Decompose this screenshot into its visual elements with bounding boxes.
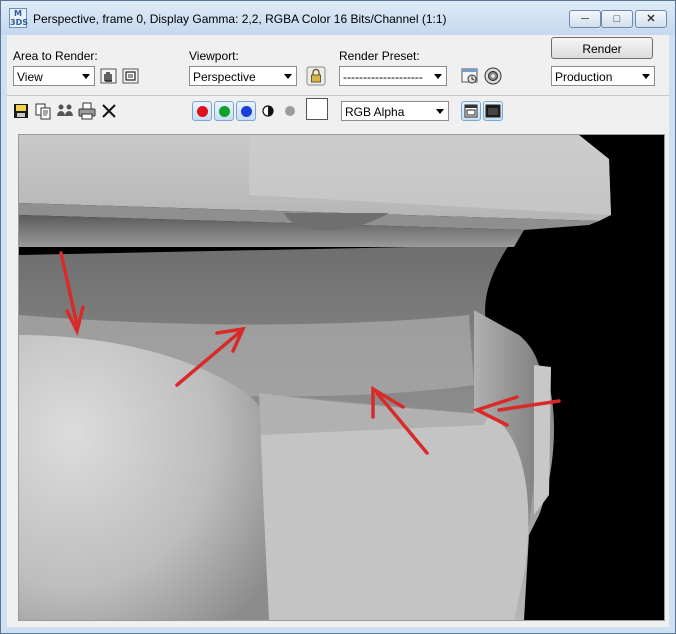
red-channel-toggle[interactable] [192,101,212,121]
color-swatch[interactable] [306,98,328,120]
save-image-button[interactable] [11,101,31,121]
chevron-down-icon [436,109,444,114]
render-frame-window: M 3DS Perspective, frame 0, Display Gamm… [0,0,676,634]
viewport-dropdown[interactable]: Perspective [189,66,297,86]
clear-image-button[interactable] [99,101,119,121]
red-channel-icon [197,106,208,117]
chevron-down-icon [284,74,292,79]
title-bar[interactable]: M 3DS Perspective, frame 0, Display Gamm… [1,1,675,35]
render-preset-dropdown[interactable]: -------------------- [339,66,447,86]
blue-channel-icon [241,106,252,117]
clone-frame-button[interactable] [55,101,75,121]
render-preset-label: Render Preset: [339,49,420,63]
display-channel-value: RGB Alpha [345,105,405,119]
window-title: Perspective, frame 0, Display Gamma: 2,2… [33,12,447,26]
close-button[interactable]: ✕ [635,10,667,28]
toggle-ui-button[interactable] [483,101,503,121]
copy-icon [35,103,51,120]
green-channel-icon [219,106,230,117]
render-button[interactable]: Render [551,37,653,59]
close-icon [102,104,116,118]
green-channel-toggle[interactable] [214,101,234,121]
chevron-down-icon [82,74,90,79]
chevron-down-icon [434,74,442,79]
chevron-down-icon [642,74,650,79]
render-frame-client: Area to Render: Viewport: Render Preset:… [7,35,669,627]
window-overlay-icon [464,104,478,118]
render-preset-value: -------------------- [343,70,423,84]
area-to-render-value: View [17,70,43,84]
auto-region-button[interactable] [121,66,141,86]
production-value: Production [555,70,613,84]
viewport-value: Perspective [193,70,256,84]
minimize-icon: ─ [581,13,589,25]
area-to-render-dropdown[interactable]: View [13,66,95,86]
monochrome-toggle[interactable] [280,101,300,121]
monochrome-icon [285,106,295,116]
lock-viewport-button[interactable] [306,66,326,86]
minimize-button[interactable]: ─ [569,10,601,28]
edit-region-button[interactable] [99,66,119,86]
auto-region-icon [122,68,139,84]
edit-region-icon [100,68,117,84]
blue-channel-toggle[interactable] [236,101,256,121]
close-icon: ✕ [646,13,656,25]
teapot-icon [484,67,502,85]
production-dropdown[interactable]: Production [551,66,655,86]
alpha-channel-toggle[interactable] [258,101,278,121]
window-icon [485,104,501,118]
environment-effects-button[interactable] [483,66,503,86]
render-button-label: Render [582,42,622,56]
rendered-image[interactable] [18,134,665,621]
area-to-render-label: Area to Render: [13,49,98,63]
render-setup-icon [461,68,478,84]
print-icon [78,102,96,120]
viewport-label: Viewport: [189,49,239,63]
divider [7,95,669,96]
render-setup-button[interactable] [460,66,480,86]
toggle-ui-overlay-button[interactable] [461,101,481,121]
app-icon: M 3DS [9,8,28,28]
copy-image-button[interactable] [33,101,53,121]
display-channel-dropdown[interactable]: RGB Alpha [341,101,449,121]
alpha-icon [262,105,274,117]
maximize-icon: □ [613,13,621,25]
maximize-button[interactable]: □ [601,10,633,28]
save-icon [14,104,28,118]
print-image-button[interactable] [77,101,97,121]
rendered-scene [19,135,664,620]
clone-icon [57,104,73,116]
lock-icon [306,66,326,86]
